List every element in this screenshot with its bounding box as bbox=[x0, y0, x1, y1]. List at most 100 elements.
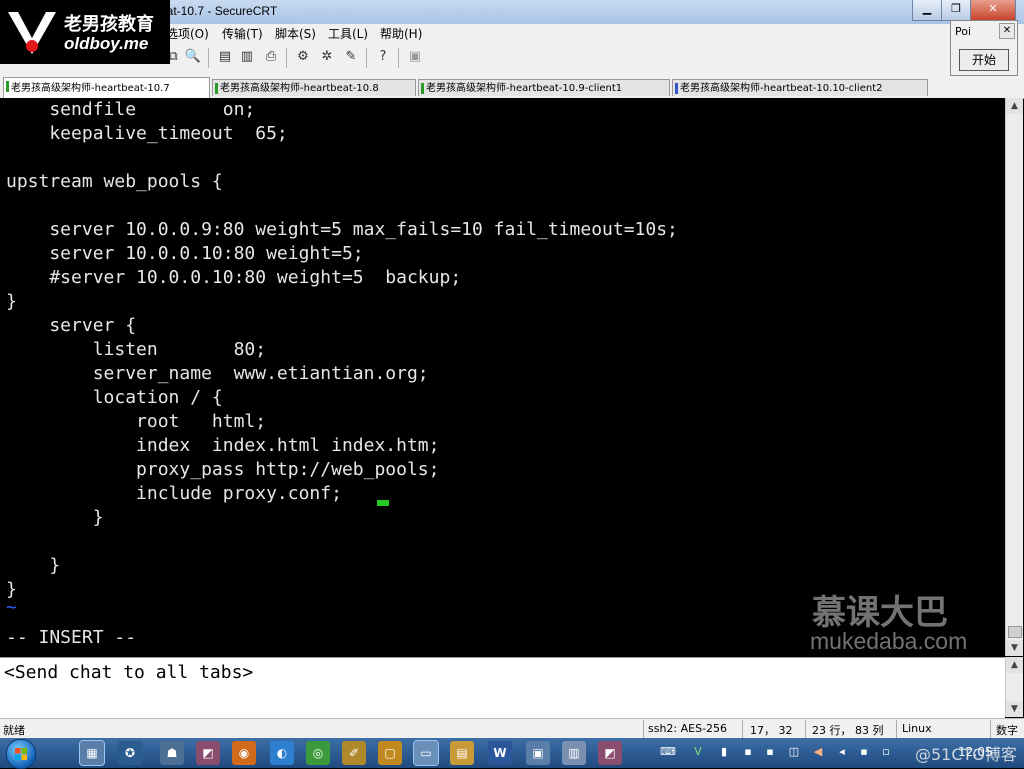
taskbar-firefox-icon[interactable]: ◉ bbox=[232, 741, 256, 765]
status-terminal-size: 23 行， 83 列 bbox=[812, 724, 884, 737]
status-separator bbox=[896, 720, 897, 738]
taskbar-securecrt-icon[interactable]: ▦ bbox=[79, 740, 105, 766]
maximize-button[interactable]: ❐ bbox=[941, 0, 971, 21]
scroll-up-icon[interactable]: ▲ bbox=[1006, 657, 1023, 673]
status-ready: 就绪 bbox=[3, 724, 25, 737]
taskbar-app-icon[interactable]: ◩ bbox=[196, 741, 220, 765]
status-mode: 数字 bbox=[996, 724, 1018, 737]
taskbar-app-icon[interactable]: ▭ bbox=[413, 740, 439, 766]
terminal-scrollbar[interactable]: ▲ ▼ bbox=[1005, 98, 1023, 656]
chat-scrollbar[interactable]: ▲ ▼ bbox=[1005, 657, 1023, 717]
tray-icon[interactable]: ◂ bbox=[834, 742, 850, 762]
taskbar-folder-icon[interactable]: ▤ bbox=[450, 741, 474, 765]
close-button[interactable]: ✕ bbox=[970, 0, 1016, 21]
corner-watermark: @51CTO博客 bbox=[915, 745, 1017, 764]
terminal-line: server 10.0.0.9:80 weight=5 max_fails=10… bbox=[6, 219, 678, 240]
status-separator bbox=[805, 720, 806, 738]
tab-status-icon bbox=[6, 81, 9, 92]
keyboard-tray-icon[interactable]: ⌨ bbox=[660, 742, 676, 762]
terminal-line: server { bbox=[6, 315, 137, 336]
tab-heartbeat-10-9-client1[interactable]: 老男孩高级架构师-heartbeat-10.9-client1 bbox=[418, 79, 670, 96]
taskbar: ▦ ✪ ☗ ◩ ◉ ◐ ◎ ✐ ▢ ▭ ▤ W ▣ ▥ ◩ ⌨ V ▮ ▪ ▪ … bbox=[0, 738, 1024, 769]
minimize-button[interactable]: ▁ bbox=[912, 0, 942, 21]
taskbar-editor-icon[interactable]: ✐ bbox=[342, 741, 366, 765]
taskbar-app-icon[interactable]: ▣ bbox=[526, 741, 550, 765]
chat-input[interactable]: <Send chat to all tabs> bbox=[4, 662, 253, 683]
close-icon: ✕ bbox=[988, 2, 998, 15]
scroll-down-icon[interactable]: ▼ bbox=[1006, 701, 1023, 717]
minimize-icon: ▁ bbox=[922, 2, 932, 15]
signal-tray-icon[interactable]: ▮ bbox=[716, 742, 732, 762]
keymap-icon[interactable]: ✎ bbox=[342, 48, 360, 66]
tray-icon[interactable]: ▪ bbox=[856, 742, 872, 762]
status-os: Linux bbox=[902, 722, 932, 735]
v2-tray-icon[interactable]: V bbox=[690, 742, 706, 762]
window-title: eat-10.7 - SecureCRT bbox=[160, 4, 278, 18]
tab-heartbeat-10-7[interactable]: 老男孩高级架构师-heartbeat-10.7 bbox=[3, 77, 210, 98]
tray-icon[interactable]: ▪ bbox=[762, 742, 778, 762]
menu-script[interactable]: 脚本(S) bbox=[275, 25, 316, 42]
brand-logo: 老男孩教育 oldboy.me bbox=[0, 0, 170, 64]
scroll-up-icon[interactable]: ▲ bbox=[1006, 98, 1023, 114]
scroll-down-icon[interactable]: ▼ bbox=[1006, 640, 1023, 656]
status-cursor-position: 17， 32 bbox=[750, 724, 793, 737]
terminal-line: location / { bbox=[6, 387, 223, 408]
status-separator bbox=[990, 720, 991, 738]
popup-close-button[interactable]: ✕ bbox=[999, 23, 1015, 39]
terminal-line: sendfile on; bbox=[6, 99, 256, 120]
tab-label: 老男孩高级架构师-heartbeat-10.10-client2 bbox=[680, 83, 883, 94]
logo-mark-icon bbox=[8, 12, 56, 54]
tray-icon[interactable]: ▫ bbox=[878, 742, 894, 762]
taskbar-app-icon[interactable]: ▢ bbox=[378, 741, 402, 765]
chat-window[interactable]: <Send chat to all tabs> bbox=[0, 657, 1005, 718]
taskbar-qq-icon[interactable]: ✪ bbox=[118, 741, 142, 765]
print-selection-icon[interactable]: ▥ bbox=[238, 48, 256, 66]
status-bar: 就绪 ssh2: AES-256 17， 32 23 行， 83 列 Linux… bbox=[0, 718, 1024, 739]
taskbar-chrome-icon[interactable]: ◎ bbox=[306, 741, 330, 765]
taskbar-browser-icon[interactable]: ◐ bbox=[270, 741, 294, 765]
taskbar-word-icon[interactable]: W bbox=[488, 741, 512, 765]
text-cursor bbox=[377, 500, 389, 506]
start-button[interactable]: 开始 bbox=[959, 49, 1009, 71]
toolbar-separator bbox=[366, 48, 367, 68]
tab-status-icon bbox=[215, 83, 218, 94]
terminal-screen[interactable]: sendfile on; keepalive_timeout 65; upstr… bbox=[0, 98, 1005, 656]
menu-help[interactable]: 帮助(H) bbox=[380, 25, 422, 42]
tab-label: 老男孩高级架构师-heartbeat-10.9-client1 bbox=[426, 83, 623, 94]
global-options-icon[interactable]: ✲ bbox=[318, 48, 336, 66]
terminal-line: } bbox=[6, 291, 17, 312]
taskbar-app-icon[interactable]: ◩ bbox=[598, 741, 622, 765]
windows-logo-icon bbox=[15, 748, 27, 760]
sftp-icon[interactable]: ▣ bbox=[406, 48, 424, 66]
session-options-icon[interactable]: ⚙ bbox=[294, 48, 312, 66]
find-icon[interactable]: 🔍 bbox=[184, 48, 202, 66]
status-separator bbox=[742, 720, 743, 738]
vim-mode-indicator: -- INSERT -- bbox=[6, 627, 137, 648]
terminal-line: } bbox=[6, 555, 61, 576]
session-tabs: 老男孩高级架构师-heartbeat-10.7 老男孩高级架构师-heartbe… bbox=[0, 76, 1024, 99]
terminal-line: include proxy.conf; bbox=[6, 483, 342, 504]
terminal-line: listen 80; bbox=[6, 339, 267, 360]
terminal-line: index index.html index.htm; bbox=[6, 435, 440, 456]
scrollbar-thumb[interactable] bbox=[1008, 626, 1022, 638]
terminal-line: #server 10.0.0.10:80 weight=5 backup; bbox=[6, 267, 462, 288]
help-icon[interactable]: ? bbox=[374, 48, 392, 66]
status-cipher: ssh2: AES-256 bbox=[648, 722, 728, 735]
network-tray-icon[interactable]: ◫ bbox=[786, 742, 802, 762]
tab-heartbeat-10-8[interactable]: 老男孩高级架构师-heartbeat-10.8 bbox=[212, 79, 416, 96]
logo-text-cn: 老男孩教育 bbox=[64, 14, 154, 35]
tab-heartbeat-10-10-client2[interactable]: 老男孩高级架构师-heartbeat-10.10-client2 bbox=[672, 79, 928, 96]
menu-tools[interactable]: 工具(L) bbox=[328, 25, 368, 42]
menu-transfer[interactable]: 传输(T) bbox=[222, 25, 263, 42]
terminal-line: root html; bbox=[6, 411, 267, 432]
watermark-url: mukedaba.com bbox=[810, 628, 968, 654]
menu-options[interactable]: 选项(O) bbox=[166, 25, 209, 42]
tray-icon[interactable]: ▪ bbox=[740, 742, 756, 762]
print-icon[interactable]: ⎙ bbox=[262, 48, 280, 66]
start-button[interactable] bbox=[6, 739, 36, 769]
taskbar-app-icon[interactable]: ☗ bbox=[160, 741, 184, 765]
volume-tray-icon[interactable]: ◀ bbox=[810, 742, 826, 762]
print-setup-icon[interactable]: ▤ bbox=[216, 48, 234, 66]
taskbar-app-icon[interactable]: ▥ bbox=[562, 741, 586, 765]
terminal-line: proxy_pass http://web_pools; bbox=[6, 459, 440, 480]
